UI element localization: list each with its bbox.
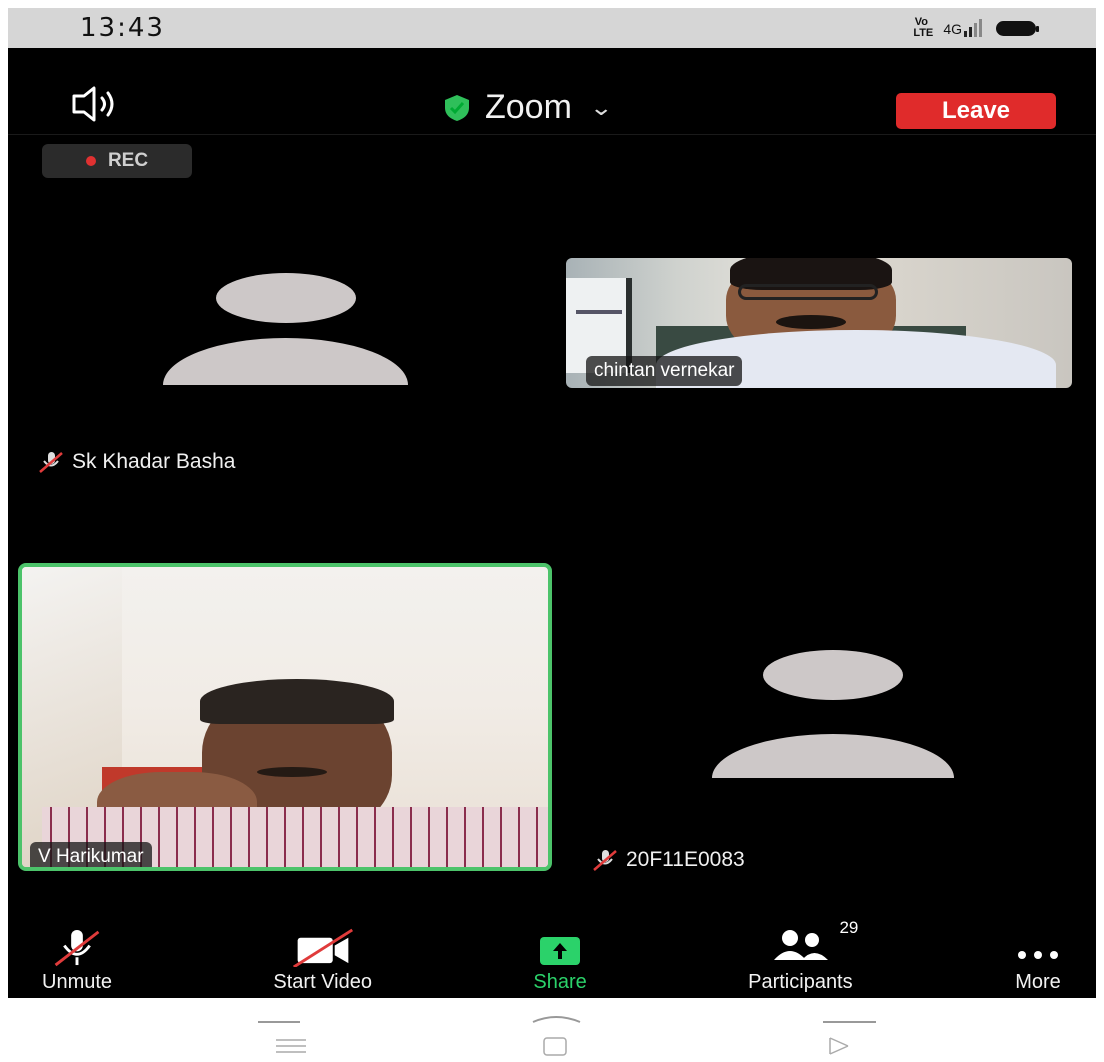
meeting-screen: Zoom ⌄ Leave REC Sk Khadar Basha chintan… — [8, 48, 1096, 998]
chevron-down-icon: ⌄ — [589, 94, 614, 120]
participant-name-tag: V Harikumar — [30, 842, 152, 867]
unmute-label: Unmute — [42, 971, 113, 993]
avatar — [763, 650, 903, 700]
participant-name-tag: chintan vernekar — [586, 356, 743, 386]
speaker-icon — [72, 86, 114, 122]
avatar-body — [712, 734, 954, 778]
share-label: Share — [533, 971, 587, 993]
video-off-icon — [292, 928, 353, 967]
meeting-title-menu[interactable]: Zoom ⌄ — [443, 88, 614, 127]
more-label: More — [1015, 971, 1061, 993]
battery-icon — [996, 20, 1039, 36]
leave-button[interactable]: Leave — [896, 93, 1056, 129]
participant-glasses — [738, 284, 878, 300]
nav-back-icon[interactable] — [829, 1037, 849, 1055]
more-icon — [1018, 951, 1058, 959]
participants-icon — [774, 930, 829, 960]
recording-label: REC — [107, 150, 149, 171]
participant-name-row: Sk Khadar Basha — [38, 450, 235, 474]
participants-label: Participants — [748, 971, 853, 993]
participant-video-3-active-speaker[interactable]: V Harikumar — [18, 563, 552, 871]
more-button[interactable]: More — [1014, 928, 1062, 998]
participant-mustache — [776, 315, 846, 329]
speaker-toggle-button[interactable] — [70, 84, 170, 124]
meeting-title: Zoom — [485, 88, 572, 126]
participant-name-row: 20F11E0083 — [592, 848, 745, 872]
share-button[interactable]: Share — [533, 928, 587, 998]
shield-check-icon — [445, 94, 469, 121]
meeting-toolbar: Unmute Start Video Share 29 Participants… — [8, 918, 1096, 998]
video-background — [576, 310, 622, 314]
participant-name: Sk Khadar Basha — [72, 450, 236, 473]
nav-home-icon[interactable] — [543, 1037, 567, 1056]
participant-video-2[interactable]: chintan vernekar — [566, 258, 1072, 388]
volte-icon: Vo LTE — [913, 16, 934, 39]
network-type: 4G — [943, 21, 962, 37]
signal-icon: 4G — [943, 19, 982, 37]
status-indicators: Vo LTE 4G — [913, 16, 1039, 39]
recording-badge: REC — [42, 144, 192, 178]
android-nav-bar — [8, 998, 1096, 1057]
avatar-body — [163, 338, 408, 385]
start-video-label: Start Video — [273, 971, 372, 993]
participant-tile-4[interactable]: 20F11E0083 — [566, 568, 1072, 898]
share-arrow-icon — [540, 937, 581, 965]
participant-hair — [200, 679, 394, 724]
status-time: 13:43 — [80, 13, 165, 43]
meeting-top-bar: Zoom ⌄ Leave — [8, 48, 1096, 135]
android-nav-icons — [258, 1016, 876, 1056]
mic-muted-icon — [54, 929, 100, 967]
participant-name: 20F11E0083 — [626, 848, 745, 871]
mic-muted-icon — [39, 452, 63, 473]
phone-status-bar: 13:43 Vo LTE 4G — [8, 8, 1096, 48]
start-video-button[interactable]: Start Video — [273, 928, 372, 998]
avatar — [216, 273, 356, 323]
participant-mustache — [257, 767, 327, 777]
nav-menu-icon[interactable] — [276, 1039, 306, 1053]
mic-muted-icon — [593, 850, 617, 871]
participant-tile-1[interactable]: Sk Khadar Basha — [8, 188, 558, 488]
participants-icon-wrap: 29 — [768, 918, 858, 967]
participants-count: 29 — [839, 918, 859, 937]
participants-button[interactable]: 29 Participants — [748, 918, 858, 998]
unmute-button[interactable]: Unmute — [42, 928, 112, 998]
recording-dot-icon — [85, 156, 96, 166]
